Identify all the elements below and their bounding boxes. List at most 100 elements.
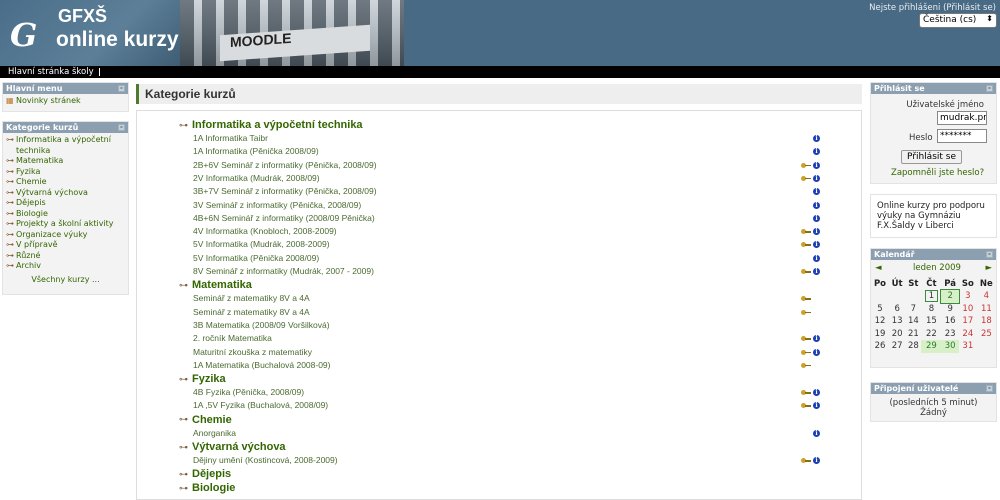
category-link[interactable]: Archiv (16, 261, 41, 272)
course-info-icon[interactable]: i (813, 348, 820, 356)
collapse-icon[interactable]: - (986, 385, 993, 392)
calendar-day[interactable]: 13 (889, 315, 905, 328)
course-link[interactable]: Seminář z matematiky 8V a 4A (193, 293, 310, 303)
category-name[interactable]: Chemie (192, 414, 232, 426)
main-menu-item[interactable]: ▦ Novinky stránek (6, 96, 125, 107)
calendar-day[interactable]: 10 (959, 303, 977, 316)
course-info-icon[interactable]: i (813, 429, 820, 437)
category-heading[interactable]: ⊶ Informatika a výpočetní technika (179, 119, 363, 131)
course-info-icon[interactable]: i (813, 214, 820, 222)
forgot-password-link[interactable]: Zapomněli jste heslo? (891, 168, 984, 178)
collapse-icon[interactable]: - (118, 85, 125, 92)
calendar-day[interactable]: 8 (921, 303, 941, 316)
course-link[interactable]: 1A Matematika (Buchalová 2008-09) (193, 360, 331, 370)
calendar-day[interactable]: 11 (977, 303, 996, 316)
course-info-icon[interactable]: i (813, 174, 820, 182)
course-link[interactable]: 2B+6V Seminář z informatiky (Pěnička, 20… (193, 160, 377, 170)
course-link[interactable]: 4B+6N Seminář z informatiky (2008/09 Pěn… (193, 213, 375, 223)
course-link[interactable]: 3V Seminář z informatiky (Pěnička, 2008/… (193, 200, 361, 210)
calendar-day[interactable]: 28 (905, 340, 921, 353)
calendar-day[interactable]: 16 (941, 315, 959, 328)
calendar-day[interactable]: 27 (889, 340, 905, 353)
course-info-icon[interactable]: i (813, 402, 820, 410)
calendar-day[interactable]: 24 (959, 328, 977, 341)
calendar-day[interactable]: 26 (871, 340, 889, 353)
calendar-day[interactable]: 17 (959, 315, 977, 328)
course-info-icon[interactable]: i (813, 254, 820, 262)
calendar-day[interactable]: 30 (941, 340, 959, 353)
category-name[interactable]: Fyzika (192, 373, 226, 385)
category-list-item[interactable]: ⊶ Organizace výuky (6, 230, 125, 241)
calendar-day[interactable]: 15 (921, 315, 941, 328)
calendar-day[interactable]: 12 (871, 315, 889, 328)
password-input[interactable]: ******* (937, 129, 987, 143)
category-name[interactable]: Matematika (192, 279, 252, 291)
course-info-icon[interactable]: i (813, 457, 820, 464)
course-info-icon[interactable]: i (813, 335, 820, 343)
course-link[interactable]: 3B+7V Seminář z informatiky (Pěnička, 20… (193, 186, 377, 196)
calendar-day[interactable]: 9 (941, 303, 959, 316)
category-heading[interactable]: ⊶ Výtvarná výchova (179, 441, 286, 453)
category-name[interactable]: Dějepis (192, 468, 231, 480)
calendar-day[interactable]: 25 (977, 328, 996, 341)
prev-month-icon[interactable]: ◄ (875, 263, 882, 273)
language-select[interactable]: Čeština (cs) ⬍ (919, 13, 997, 28)
login-button[interactable]: Přihlásit se (901, 150, 962, 164)
course-link[interactable]: Maturitní zkouška z matematiky (193, 347, 312, 357)
news-link[interactable]: Novinky stránek (16, 96, 81, 107)
course-info-icon[interactable]: i (813, 228, 820, 236)
category-name[interactable]: Informatika a výpočetní technika (192, 119, 363, 131)
category-link[interactable]: Projekty a školní aktivity (16, 219, 114, 230)
calendar-day[interactable]: 18 (977, 315, 996, 328)
category-link[interactable]: Výtvarná výchova (16, 188, 88, 199)
course-info-icon[interactable]: i (813, 241, 820, 249)
category-list-item[interactable]: ⊶ Informatika a výpočetní technika (6, 135, 125, 156)
category-link[interactable]: Biologie (16, 209, 48, 220)
category-heading[interactable]: ⊶ Dějepis (179, 468, 231, 480)
calendar-day[interactable]: 14 (905, 315, 921, 328)
course-info-icon[interactable]: i (813, 201, 820, 209)
category-name[interactable]: Výtvarná výchova (192, 441, 286, 453)
category-list-item[interactable]: ⊶ Chemie (6, 177, 125, 188)
category-heading[interactable]: ⊶ Biologie (179, 482, 235, 494)
category-link[interactable]: Dějepis (16, 198, 46, 209)
site-logo[interactable]: G GFXŠ online kurzy (0, 0, 180, 66)
course-link[interactable]: 1A Informatika (Pěnička 2008/09) (193, 146, 319, 156)
category-list-item[interactable]: ⊶ Archiv (6, 261, 125, 272)
category-heading[interactable]: ⊶ Chemie (179, 414, 232, 426)
category-list-item[interactable]: ⊶ Matematika (6, 156, 125, 167)
course-link[interactable]: 2V Informatika (Mudrák, 2008/09) (193, 173, 320, 183)
collapse-icon[interactable]: - (118, 124, 125, 131)
collapse-icon[interactable]: - (986, 251, 993, 258)
course-link[interactable]: 5V Informatika (Pěnička 2008/09) (193, 253, 319, 263)
course-link[interactable]: Anorganika (193, 428, 236, 438)
category-name[interactable]: Biologie (192, 482, 235, 494)
category-list-item[interactable]: ⊶ Fyzika (6, 167, 125, 178)
course-link[interactable]: 2. ročník Matematika (193, 333, 272, 343)
calendar-day[interactable]: 20 (889, 328, 905, 341)
calendar-day[interactable]: 4 (977, 290, 996, 303)
course-link[interactable]: 1A ,5V Fyzika (Buchalová, 2008/09) (193, 400, 328, 410)
calendar-day[interactable]: 1 (921, 290, 941, 303)
login-status[interactable]: Nejste přihlášeni (Přihlásit se) (869, 3, 996, 13)
category-link[interactable]: Organizace výuky (16, 230, 87, 241)
course-link[interactable]: 1A Informatika Taibr (193, 133, 268, 143)
calendar-day[interactable]: 5 (871, 303, 889, 316)
course-info-icon[interactable]: i (813, 389, 820, 397)
course-link[interactable]: 4B Fyzika (Pěnička, 2008/09) (193, 387, 304, 397)
category-list-item[interactable]: ⊶ Projekty a školní aktivity (6, 219, 125, 230)
category-list-item[interactable]: ⊶ Výtvarná výchova (6, 188, 125, 199)
course-link[interactable]: 3B Matematika (2008/09 Voršilková) (193, 320, 330, 330)
school-home-link[interactable]: Hlavní stránka školy (8, 66, 94, 78)
calendar-day[interactable]: 2 (940, 289, 960, 304)
collapse-icon[interactable]: - (986, 85, 993, 92)
category-list-item[interactable]: ⊶ Biologie (6, 209, 125, 220)
course-link[interactable]: 8V Seminář z informatiky (Mudrák, 2007 -… (193, 266, 374, 276)
category-heading[interactable]: ⊶ Fyzika (179, 373, 226, 385)
course-info-icon[interactable]: i (813, 135, 820, 142)
category-link[interactable]: Chemie (16, 177, 47, 188)
category-link[interactable]: Matematika (16, 156, 63, 167)
calendar-day[interactable]: 22 (921, 328, 941, 341)
course-link[interactable]: Dějiny umění (Kostincová, 2008-2009) (193, 455, 338, 465)
calendar-day[interactable]: 31 (959, 340, 977, 353)
